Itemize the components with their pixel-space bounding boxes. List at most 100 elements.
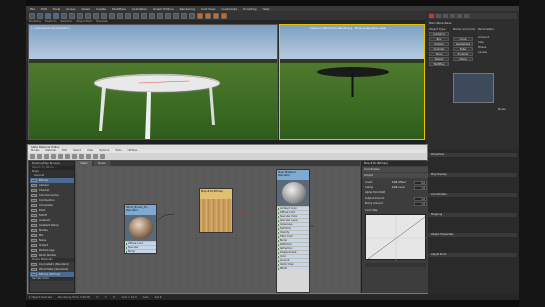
teapot-button[interactable]: Teapot [429, 57, 449, 61]
curve-editor-icon[interactable] [181, 12, 187, 19]
select-icon[interactable] [69, 12, 75, 19]
pivot-icon[interactable] [125, 12, 131, 19]
layers-icon[interactable] [173, 12, 179, 19]
material-node[interactable]: Wood_Brown_To... Standard Diffuse Color … [124, 204, 157, 254]
alpha-from-rgb-checkbox[interactable]: Alpha from RGB [365, 191, 385, 194]
display-tab-icon[interactable] [457, 14, 462, 18]
rollout-header[interactable]: Properties [428, 153, 517, 157]
scale-icon[interactable] [109, 12, 115, 19]
modify-tab-icon[interactable] [436, 14, 441, 18]
mirror-icon[interactable] [157, 12, 163, 19]
y-coordinate[interactable]: Y: [105, 296, 107, 299]
menu-item[interactable]: File [30, 7, 35, 11]
material-editor-icon[interactable] [197, 12, 203, 19]
snap-icon[interactable] [133, 12, 139, 19]
rgb-level-spinner[interactable]: 1.0 [414, 186, 427, 190]
textplus-button[interactable]: TextPlus [429, 62, 449, 66]
angle-snap-icon[interactable] [141, 12, 147, 19]
rollout-header[interactable]: Mapping [428, 213, 517, 217]
layout-icon[interactable] [79, 154, 84, 159]
bitmap-node[interactable]: Map #16 Bitmap [199, 188, 233, 233]
menu-item[interactable]: Tools [53, 7, 60, 11]
rollout-header[interactable]: Coordinates [428, 193, 517, 197]
box-button[interactable]: Box [429, 37, 449, 41]
autogrid-checkbox[interactable]: AutoGrid [429, 32, 449, 36]
show-map-icon[interactable] [65, 154, 70, 159]
output-amount-spinner[interactable]: 1.0 [414, 197, 427, 201]
rollout-header[interactable]: Map Display [428, 173, 517, 177]
node-header[interactable]: Wood_Brown_To... Standard [125, 205, 156, 215]
set-key-button[interactable]: Set K. [155, 296, 163, 299]
x-coordinate[interactable]: X: [96, 296, 99, 299]
menu-item[interactable]: Graph Editors [153, 7, 174, 11]
create-tab-icon[interactable] [429, 14, 434, 18]
unlink-icon[interactable] [53, 12, 59, 19]
redo-icon[interactable] [37, 12, 43, 19]
rollout-header[interactable]: Adjust Pivot [428, 253, 517, 257]
plane-button[interactable]: Plane [453, 57, 473, 61]
percent-snap-icon[interactable] [149, 12, 155, 19]
material-node[interactable]: Main Material Standard Ambient Color Dif… [276, 169, 310, 293]
list-item[interactable]: Perlin Marble [30, 253, 74, 258]
pick-material-icon[interactable] [30, 154, 35, 159]
motion-tab-icon[interactable] [450, 14, 455, 18]
bind-icon[interactable] [61, 12, 67, 19]
sphere-button[interactable]: Sphere [429, 42, 449, 46]
node-header[interactable]: Map #16 Bitmap [200, 189, 232, 199]
menu-item[interactable]: Modifiers [112, 7, 126, 11]
utilities-tab-icon[interactable] [464, 14, 469, 18]
menu-item[interactable]: Scripting [243, 7, 256, 11]
rollout-header[interactable]: Object Properties [428, 233, 517, 237]
rollout-header[interactable]: Output [362, 173, 428, 178]
rollout-header[interactable]: Object Type [429, 27, 445, 31]
auto-key-button[interactable]: Auto [143, 296, 149, 299]
menu-item[interactable]: Rendering [180, 7, 195, 11]
move-icon[interactable] [93, 12, 99, 19]
hierarchy-tab-icon[interactable] [443, 14, 448, 18]
schematic-icon[interactable] [189, 12, 195, 19]
cone-button[interactable]: Cone [453, 37, 473, 41]
rgb-offset-spinner[interactable]: 0.0 [414, 181, 427, 185]
region-select-icon[interactable] [85, 12, 91, 19]
menu-item[interactable]: Help [263, 7, 270, 11]
layout-children-icon[interactable] [86, 154, 91, 159]
node-view[interactable]: Wood_Brown_To... Standard Diffuse Color … [76, 166, 360, 293]
clamp-checkbox[interactable]: Clamp [365, 186, 373, 189]
render-frame-icon[interactable] [213, 12, 219, 19]
list-item[interactable]: Bitmap (Bitmap) [30, 272, 74, 277]
rollout-header[interactable]: Noise [498, 107, 506, 111]
assign-material-icon[interactable] [37, 154, 42, 159]
rotate-icon[interactable] [101, 12, 107, 19]
hide-unused-icon[interactable] [58, 154, 63, 159]
color-map-graph[interactable] [365, 214, 427, 261]
perspective-viewport[interactable]: [+] [Perspective] [Realistic] [28, 24, 278, 140]
select-by-material-icon[interactable] [100, 154, 105, 159]
invert-checkbox[interactable]: Invert [365, 181, 372, 184]
render-setup-icon[interactable] [205, 12, 211, 19]
rollout-header[interactable]: Name and Color [453, 27, 476, 31]
move-children-icon[interactable] [51, 154, 56, 159]
camera-viewport[interactable]: Camera Interactive Rendering - Final per… [279, 24, 425, 140]
tube-button[interactable]: Tube [453, 47, 473, 51]
bump-amount-spinner[interactable]: 1.0 [414, 202, 427, 206]
rollout-header[interactable]: Parameters [478, 27, 494, 31]
menu-item[interactable]: Create [96, 7, 106, 11]
menu-item[interactable]: Animation [132, 7, 147, 11]
link-icon[interactable] [45, 12, 51, 19]
pyramid-button[interactable]: Pyramid [453, 52, 473, 56]
delete-icon[interactable] [44, 154, 49, 159]
cylinder-button[interactable]: Cylinder [429, 47, 449, 51]
select-by-name-icon[interactable] [77, 12, 83, 19]
graph-toolbar[interactable] [365, 263, 426, 267]
align-icon[interactable] [165, 12, 171, 19]
rollout-header[interactable]: Coordinates [362, 167, 428, 172]
menu-item[interactable]: Edit [41, 7, 47, 11]
menu-item[interactable]: Group [66, 7, 75, 11]
viewport-label[interactable]: [+] [Perspective] [Realistic] [31, 26, 70, 30]
render-icon[interactable] [221, 12, 227, 19]
parameter-editor-icon[interactable] [93, 154, 98, 159]
z-coordinate[interactable]: Z: [113, 296, 116, 299]
object-name[interactable]: Main-Table-Base [429, 21, 451, 25]
menu-item[interactable]: Views [81, 7, 90, 11]
show-background-icon[interactable] [72, 154, 77, 159]
